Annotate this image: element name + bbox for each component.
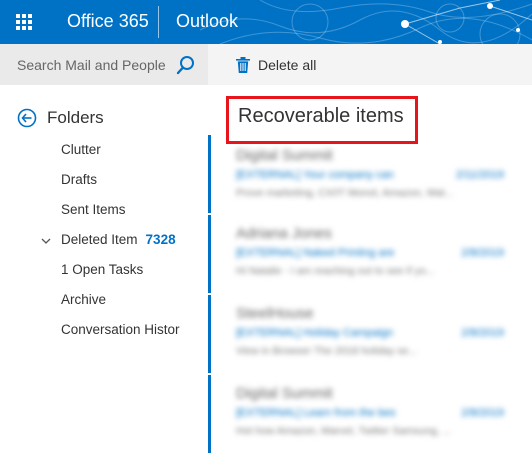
message-date: 2/8/2019 — [461, 407, 504, 419]
list-accent-bar — [208, 375, 211, 453]
folders-title: Folders — [47, 108, 104, 127]
app-name[interactable]: Outlook — [176, 0, 238, 44]
folder-item-sent-items[interactable]: Sent Items — [61, 202, 126, 222]
folder-item-conversation-history[interactable]: Conversation Histor — [61, 322, 180, 342]
list-accent-bar — [208, 295, 211, 373]
command-bar: Delete all — [208, 44, 532, 85]
top-bar: Office 365 Outlook — [0, 0, 532, 44]
message-subject: [EXTERNAL] Your company can — [236, 169, 394, 181]
delete-all-label: Delete all — [258, 57, 317, 73]
header-divider — [158, 6, 159, 38]
brand-name[interactable]: Office 365 — [67, 0, 149, 44]
message-date: 2/11/2019 — [455, 169, 504, 181]
message-sender: SteelHouse — [236, 305, 314, 322]
message-subject: [EXTERNAL] Learn from the bes — [236, 407, 396, 419]
folder-item-drafts[interactable]: Drafts — [61, 172, 97, 192]
back-arrow-icon — [17, 108, 37, 128]
trash-icon — [236, 57, 250, 73]
message-preview: Hot how Amazon, Marvel, Twitter Samsung,… — [236, 425, 452, 437]
message-sender: Adriana Jones — [236, 225, 332, 242]
chevron-down-icon[interactable] — [41, 236, 51, 246]
folders-header[interactable]: Folders — [17, 107, 104, 129]
list-accent-bar — [208, 135, 211, 213]
folder-item-deleted-items[interactable]: Deleted Item 7328 — [61, 232, 176, 252]
list-item[interactable]: Digital Summit [EXTERNAL] Your company c… — [236, 147, 526, 211]
waffle-icon — [16, 14, 32, 30]
message-list: Recoverable items Digital Summit [EXTERN… — [208, 85, 532, 470]
list-item[interactable]: SteelHouse [EXTERNAL] Holiday Campaign 2… — [236, 305, 526, 369]
unread-count: 7328 — [145, 232, 176, 247]
search-input[interactable] — [0, 44, 170, 85]
delete-all-button[interactable]: Delete all — [236, 54, 316, 76]
message-date: 2/8/2019 — [461, 327, 504, 339]
search-bar — [0, 44, 208, 85]
app-launcher-button[interactable] — [0, 0, 48, 44]
folder-item-open-tasks[interactable]: 1 Open Tasks — [61, 262, 143, 282]
list-title: Recoverable items — [238, 105, 404, 127]
message-sender: Digital Summit — [236, 385, 333, 402]
folder-pane: Folders Clutter Drafts Sent Items Delete… — [0, 85, 208, 470]
message-preview: View in Browser The 2018 holiday se... — [236, 345, 418, 357]
folder-item-archive[interactable]: Archive — [61, 292, 106, 312]
folder-item-clutter[interactable]: Clutter — [61, 142, 101, 162]
message-preview: Hi Natalie - I am reaching out to see if… — [236, 265, 435, 277]
list-item[interactable]: Adriana Jones [EXTERNAL] Naked Printing … — [236, 225, 526, 289]
list-item[interactable]: Digital Summit [EXTERNAL] Learn from the… — [236, 385, 526, 449]
message-date: 2/8/2019 — [461, 247, 504, 259]
message-sender: Digital Summit — [236, 147, 333, 164]
message-preview: Prove marketing, CX/IT Monot, Amazon, Wa… — [236, 187, 454, 199]
list-accent-bar — [208, 215, 211, 293]
message-subject: [EXTERNAL] Holiday Campaign — [236, 327, 394, 339]
message-subject: [EXTERNAL] Naked Printing are — [236, 247, 395, 259]
header-pattern — [200, 0, 532, 44]
folder-label: Deleted Item — [61, 232, 138, 247]
search-icon — [176, 56, 194, 75]
search-button[interactable] — [174, 53, 198, 77]
